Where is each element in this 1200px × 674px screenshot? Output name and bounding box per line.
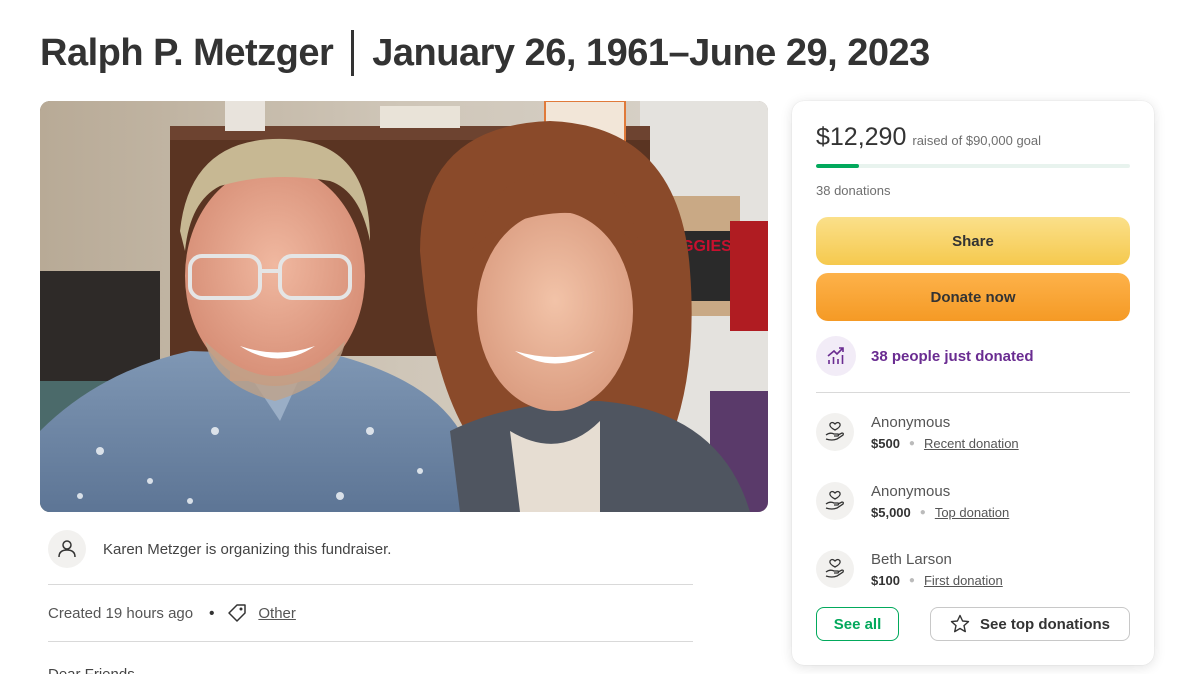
donation-hand-icon bbox=[816, 413, 854, 451]
memorial-dates: January 26, 1961–June 29, 2023 bbox=[372, 31, 930, 74]
page-title: Ralph P. Metzger January 26, 1961–June 2… bbox=[40, 28, 930, 78]
separator-dot: ● bbox=[919, 506, 926, 518]
donor-item: Anonymous $500 ● Recent donation bbox=[816, 410, 1130, 454]
donor-name: Beth Larson bbox=[871, 550, 952, 568]
divider bbox=[816, 392, 1130, 393]
donation-type-link[interactable]: First donation bbox=[924, 573, 1003, 588]
progress-bar bbox=[816, 164, 1130, 168]
just-donated-row: 38 people just donated bbox=[816, 336, 1034, 376]
organizer-text: Karen Metzger is organizing this fundrai… bbox=[103, 540, 392, 558]
donor-name: Anonymous bbox=[871, 482, 951, 500]
organizer-avatar bbox=[48, 530, 86, 568]
donor-name: Anonymous bbox=[871, 413, 951, 431]
memorial-name: Ralph P. Metzger bbox=[40, 31, 334, 74]
donor-item: Anonymous $5,000 ● Top donation bbox=[816, 479, 1130, 523]
fundraiser-photo[interactable]: HUGGIES bbox=[40, 101, 768, 512]
story-preview: Dear Friends, bbox=[48, 666, 139, 674]
category-link[interactable]: Other bbox=[258, 605, 296, 622]
share-button[interactable]: Share bbox=[816, 217, 1130, 265]
trending-up-icon bbox=[827, 347, 844, 364]
progress-fill bbox=[816, 164, 859, 168]
meta-dot: • bbox=[209, 604, 215, 622]
separator-dot: ● bbox=[908, 574, 915, 586]
donate-now-button[interactable]: Donate now bbox=[816, 273, 1130, 321]
divider bbox=[48, 641, 693, 642]
created-time: Created 19 hours ago bbox=[48, 604, 194, 622]
just-donated-text[interactable]: 38 people just donated bbox=[871, 348, 1034, 365]
fundraiser-meta: Created 19 hours ago • Other bbox=[48, 600, 296, 626]
memorial-photo: HUGGIES bbox=[40, 101, 768, 512]
amount-raised-row: $12,290 raised of $90,000 goal bbox=[816, 123, 1041, 152]
see-all-button[interactable]: See all bbox=[816, 607, 899, 641]
title-separator bbox=[351, 30, 355, 76]
donor-amount: $500 bbox=[871, 435, 900, 451]
donor-amount: $100 bbox=[871, 572, 900, 588]
donation-card: $12,290 raised of $90,000 goal 38 donati… bbox=[792, 101, 1154, 665]
see-top-donations-label: See top donations bbox=[979, 615, 1110, 633]
donation-type-link[interactable]: Recent donation bbox=[924, 436, 1019, 451]
divider bbox=[48, 584, 693, 585]
goal-text: raised of $90,000 goal bbox=[912, 133, 1042, 148]
donation-type-link[interactable]: Top donation bbox=[935, 505, 1009, 520]
tag-icon bbox=[226, 602, 248, 624]
see-top-donations-button[interactable]: See top donations bbox=[930, 607, 1130, 641]
organizer-row: Karen Metzger is organizing this fundrai… bbox=[48, 528, 693, 570]
star-icon bbox=[950, 614, 970, 634]
person-icon bbox=[58, 540, 76, 558]
amount-raised: $12,290 bbox=[816, 123, 907, 151]
trend-icon-circle bbox=[816, 336, 856, 376]
donor-item: Beth Larson $100 ● First donation bbox=[816, 547, 1130, 591]
donor-amount: $5,000 bbox=[871, 504, 911, 520]
donation-hand-icon bbox=[816, 550, 854, 588]
donations-count: 38 donations bbox=[816, 183, 891, 198]
separator-dot: ● bbox=[908, 437, 915, 449]
donation-hand-icon bbox=[816, 482, 854, 520]
